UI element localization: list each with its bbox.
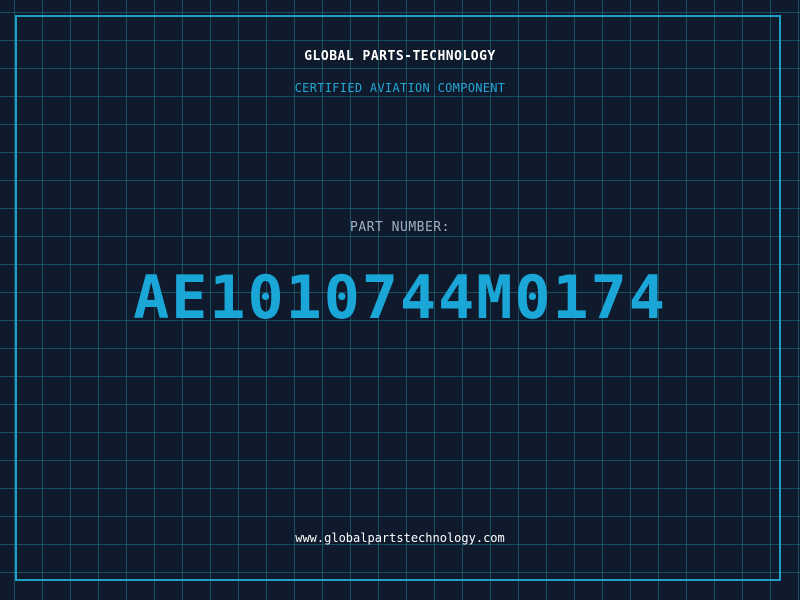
website-url: www.globalpartstechnology.com xyxy=(295,531,505,545)
company-name: GLOBAL PARTS-TECHNOLOGY xyxy=(304,49,496,64)
part-label-card: GLOBAL PARTS-TECHNOLOGY CERTIFIED AVIATI… xyxy=(0,0,800,600)
part-number-value: AE1010744M0174 xyxy=(133,263,667,333)
part-number-label: PART NUMBER: xyxy=(350,220,450,235)
certification-subtitle: CERTIFIED AVIATION COMPONENT xyxy=(294,81,506,95)
